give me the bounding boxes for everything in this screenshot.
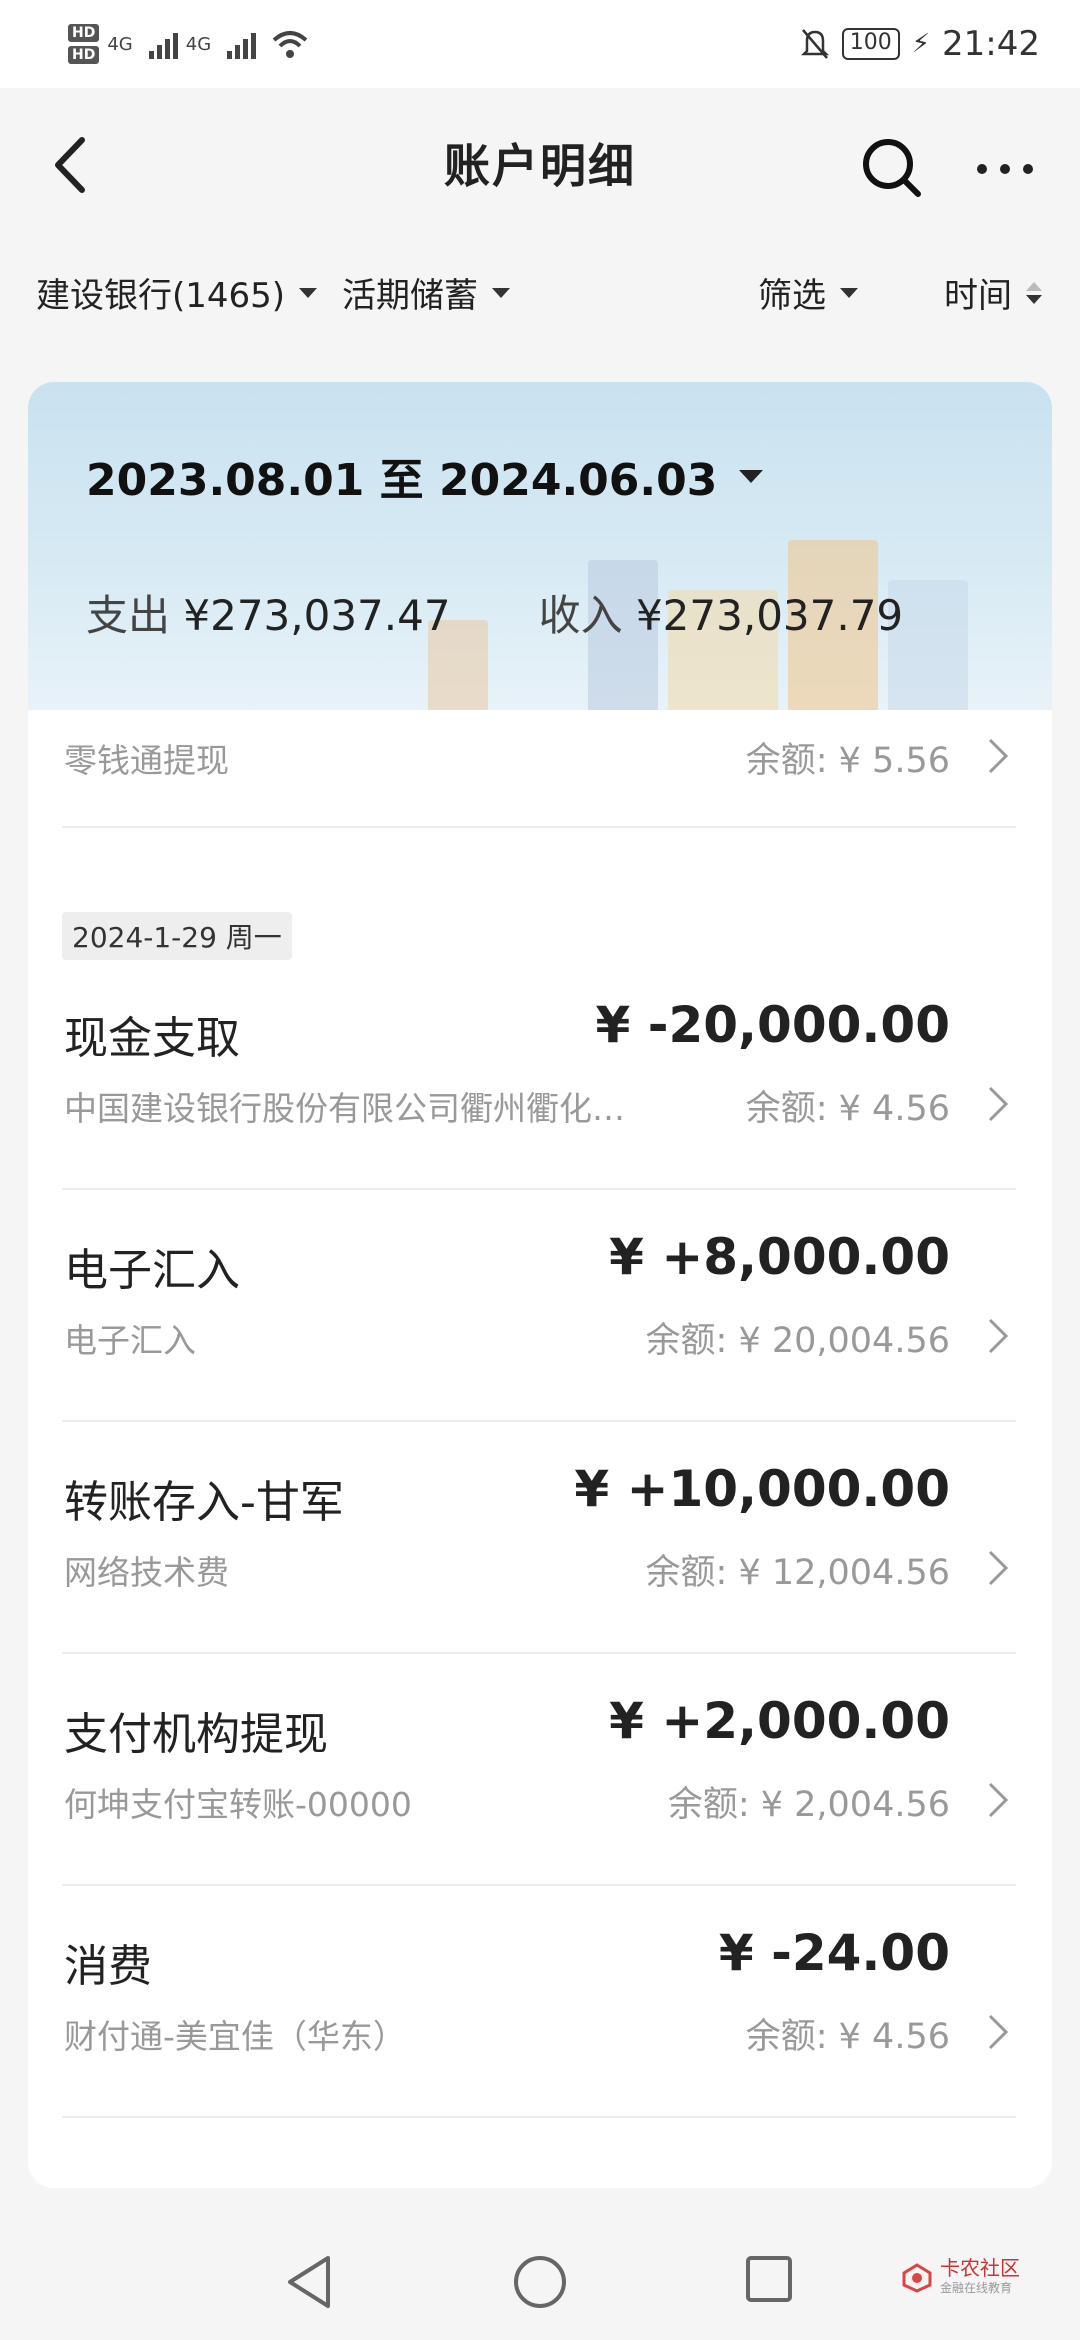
transaction-title: 转账存入-甘军 (64, 1477, 344, 1528)
transaction-sub: 电子汇入 (64, 1321, 196, 1360)
transaction-title: 现金支取 (64, 1013, 240, 1064)
network-type-1: 4G (107, 33, 133, 55)
more-icon[interactable] (974, 156, 1036, 182)
signal-icon-2 (227, 29, 257, 59)
network-type-2: 4G (185, 33, 212, 55)
divider (62, 1652, 1016, 1654)
account-selector-label: 建设银行(1465) (36, 276, 286, 316)
account-type-label: 活期储蓄 (342, 276, 478, 316)
chevron-right-icon (988, 1782, 1009, 1818)
divider (62, 1188, 1016, 1190)
charging-icon: ⚡ (911, 29, 931, 59)
account-type-selector[interactable]: 活期储蓄 (342, 268, 510, 317)
transaction-balance: 余额: ¥ 2,004.56 (667, 1785, 950, 1825)
income-total: 收入 ¥273,037.79 (539, 582, 904, 643)
transaction-sub: 何坤支付宝转账-00000 (64, 1785, 412, 1824)
wifi-icon (272, 31, 308, 58)
transaction-amount: ¥ +8,000.00 (609, 1228, 950, 1286)
caret-down-icon (492, 287, 510, 298)
transaction-sub: 零钱通提现 (64, 741, 229, 780)
transaction-amount: ¥ -20,000.00 (595, 996, 950, 1054)
sort-label: 时间 (944, 276, 1012, 316)
expense-value: ¥273,037.47 (183, 591, 451, 640)
back-button[interactable] (48, 130, 98, 200)
sort-time-button[interactable]: 时间 (944, 268, 1042, 317)
watermark-name: 卡农社区 (940, 2256, 1020, 2280)
transaction-row-partial[interactable]: 零钱通提现 余额: ¥ 5.56 (28, 710, 1052, 810)
filter-bar: 建设银行(1465) 活期储蓄 筛选 时间 (0, 258, 1080, 334)
account-selector[interactable]: 建设银行(1465) (36, 268, 318, 317)
transaction-balance: 余额: ¥ 4.56 (745, 2017, 950, 2057)
watermark-logo-icon (902, 2263, 932, 2293)
transaction-title: 电子汇入 (64, 1245, 240, 1296)
expense-total: 支出 ¥273,037.47 (86, 582, 451, 643)
chevron-right-icon (988, 1318, 1009, 1354)
income-label: 收入 (538, 591, 623, 640)
caret-down-icon (299, 287, 318, 298)
transaction-amount: ¥ +10,000.00 (574, 1460, 950, 1518)
transaction-row[interactable]: 消费 ¥ -24.00 财付通-美宜佳（华东） 余额: ¥ 4.56 (28, 1924, 1052, 2160)
watermark-text: 卡农社区 金融在线教育 (940, 2258, 1020, 2298)
transaction-row[interactable]: 电子汇入 ¥ +8,000.00 电子汇入 余额: ¥ 20,004.56 (28, 1228, 1052, 1464)
date-range-selector[interactable]: 2023.08.01 至 2024.06.03 (86, 444, 764, 508)
battery-indicator: 100 (841, 28, 900, 60)
divider (62, 2116, 1016, 2118)
summary-banner: 2023.08.01 至 2024.06.03 支出 ¥273,037.47 收… (28, 382, 1052, 710)
totals: 支出 ¥273,037.47 收入 ¥273,037.79 (86, 582, 903, 643)
chevron-right-icon (988, 2014, 1009, 2050)
transaction-title: 消费 (64, 1941, 152, 1992)
status-bar: HD HD 4G 4G 100 ⚡ 21:42 (0, 0, 1080, 88)
caret-down-icon (840, 287, 858, 298)
filter-label: 筛选 (758, 276, 826, 316)
signal-icon (148, 29, 178, 59)
transaction-balance: 余额: ¥ 5.56 (745, 741, 950, 781)
transaction-row[interactable]: 现金支取 ¥ -20,000.00 中国建设银行股份有限公司衢州衢化… 余额: … (28, 996, 1052, 1232)
transaction-row[interactable]: 转账存入-甘军 ¥ +10,000.00 网络技术费 余额: ¥ 12,004.… (28, 1460, 1052, 1696)
transaction-sub: 网络技术费 (64, 1553, 229, 1592)
watermark-tagline: 金融在线教育 (940, 2281, 1013, 2295)
search-icon[interactable] (860, 136, 924, 200)
chevron-right-icon (988, 738, 1009, 774)
transaction-row[interactable]: 支付机构提现 ¥ +2,000.00 何坤支付宝转账-00000 余额: ¥ 2… (28, 1692, 1052, 1928)
nav-bar: 账户明细 (0, 88, 1080, 238)
nav-back-icon[interactable] (284, 2254, 334, 2310)
transaction-amount: ¥ +2,000.00 (609, 1692, 950, 1750)
nav-home-icon[interactable] (512, 2254, 568, 2310)
transaction-balance: 余额: ¥ 12,004.56 (645, 1553, 950, 1593)
page-title: 账户明细 (444, 139, 636, 193)
status-left: HD HD 4G 4G (68, 24, 310, 64)
expense-label: 支出 (86, 591, 171, 640)
transaction-sub: 中国建设银行股份有限公司衢州衢化… (64, 1089, 625, 1128)
filter-button[interactable]: 筛选 (758, 268, 858, 317)
divider (62, 826, 1016, 828)
hd-indicator: HD HD (68, 24, 100, 64)
chevron-right-icon (988, 1086, 1009, 1122)
divider (62, 1884, 1016, 1886)
date-chip: 2024-1-29 周一 (62, 912, 292, 960)
hd1-label: HD (68, 24, 100, 42)
divider (62, 1420, 1016, 1422)
hd2-label: HD (68, 46, 100, 64)
transaction-balance: 余额: ¥ 20,004.56 (645, 1321, 950, 1361)
watermark: 卡农社区 金融在线教育 (900, 2258, 1020, 2298)
transaction-balance: 余额: ¥ 4.56 (745, 1089, 950, 1129)
transaction-title: 支付机构提现 (64, 1709, 328, 1760)
transaction-amount: ¥ -24.00 (718, 1924, 950, 1982)
mute-bell-icon (800, 29, 829, 59)
sort-icon (1026, 281, 1042, 304)
transactions-card: 2023.08.01 至 2024.06.03 支出 ¥273,037.47 收… (28, 382, 1052, 2188)
income-value: ¥273,037.79 (635, 591, 904, 640)
nav-recents-icon[interactable] (744, 2254, 794, 2304)
chevron-right-icon (988, 1550, 1009, 1586)
transaction-sub: 财付通-美宜佳（华东） (64, 2017, 406, 2056)
caret-down-icon (739, 469, 764, 483)
clock: 21:42 (942, 24, 1040, 64)
date-range-label: 2023.08.01 至 2024.06.03 (86, 455, 718, 506)
status-right: 100 ⚡ 21:42 (800, 24, 1040, 64)
